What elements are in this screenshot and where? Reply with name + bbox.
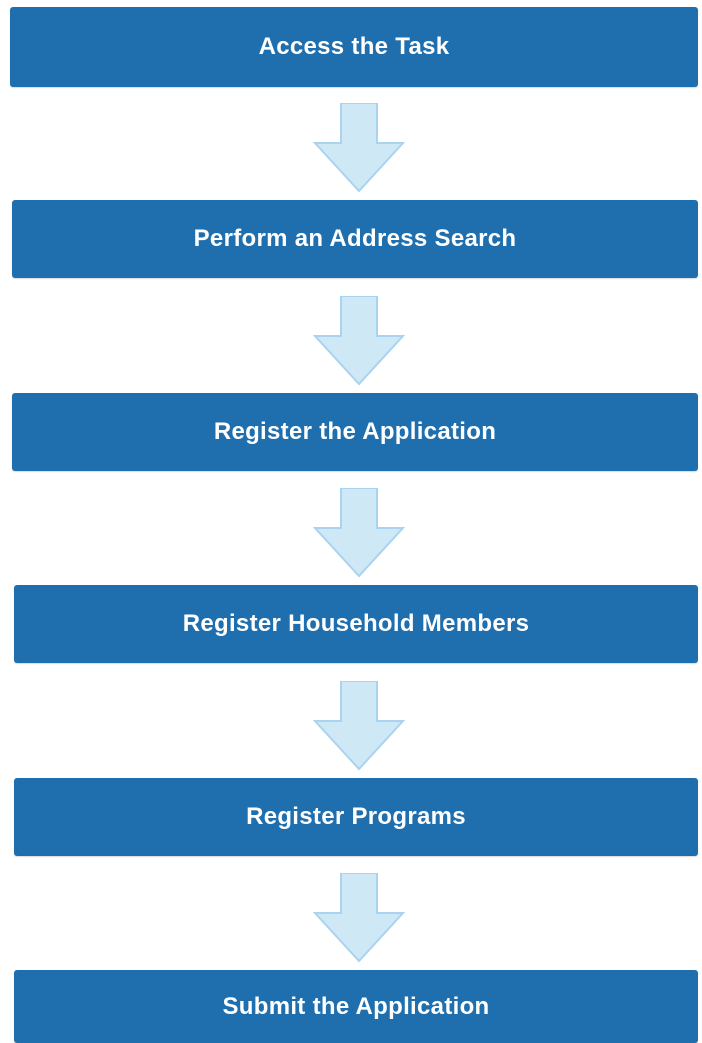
- process-flowchart: Access the Task Perform an Address Searc…: [0, 0, 702, 1043]
- step-register-household-members: Register Household Members: [14, 585, 698, 663]
- step-label: Access the Task: [258, 33, 450, 60]
- arrow-down-icon: [313, 488, 405, 578]
- step-register-application: Register the Application: [12, 393, 698, 471]
- step-label: Register Household Members: [182, 610, 530, 637]
- arrow-down-icon: [313, 103, 405, 193]
- step-access-the-task: Access the Task: [10, 7, 698, 87]
- step-label: Submit the Application: [222, 992, 490, 1020]
- step-label: Register Programs: [246, 803, 466, 830]
- arrow-down-icon: [313, 873, 405, 963]
- step-label: Perform an Address Search: [193, 225, 517, 252]
- step-label: Register the Application: [213, 418, 497, 445]
- step-perform-address-search: Perform an Address Search: [12, 200, 698, 278]
- step-submit-application: Submit the Application: [14, 970, 698, 1043]
- arrow-down-icon: [313, 681, 405, 771]
- arrow-down-icon: [313, 296, 405, 386]
- step-register-programs: Register Programs: [14, 778, 698, 856]
